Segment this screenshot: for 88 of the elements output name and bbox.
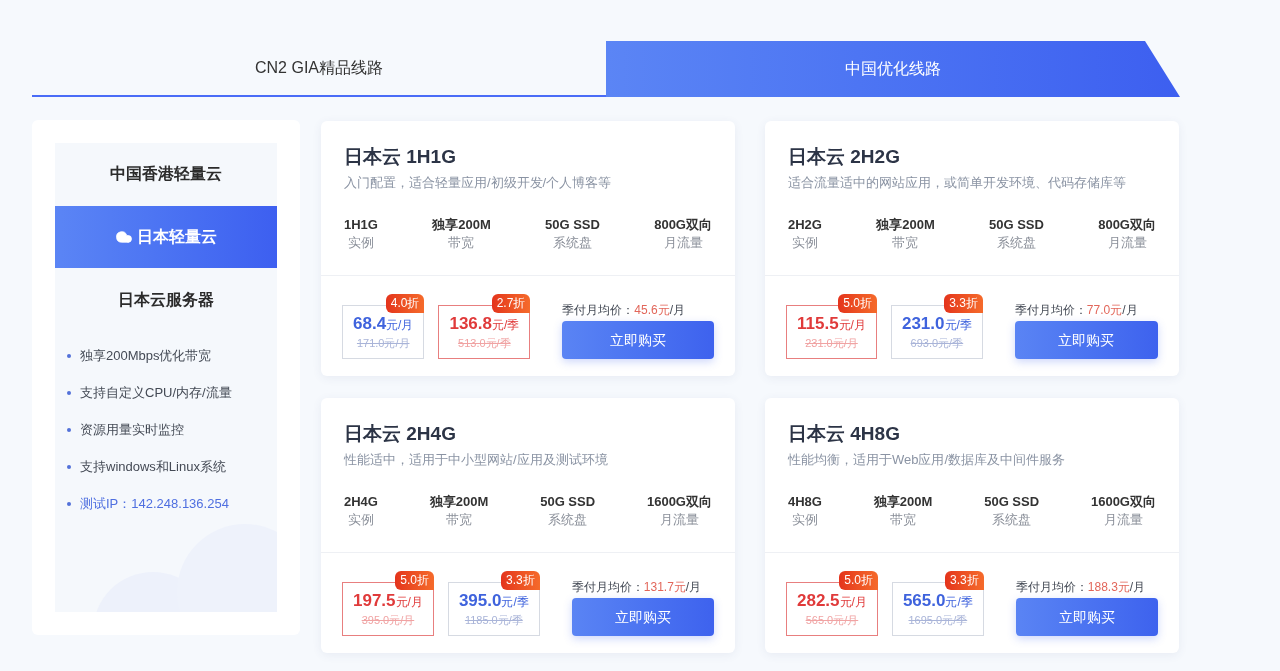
original-price: 1185.0元/季 [464, 613, 523, 628]
spec-label: 月流量 [1107, 234, 1147, 252]
discount-badge: 3.3折 [944, 294, 983, 313]
plan-title: 日本云 2H2G [788, 145, 901, 169]
discount-badge: 3.3折 [945, 571, 984, 590]
spec-value: 独享200M [432, 216, 491, 234]
average-price: 季付月均价：188.3元/月 [1015, 579, 1147, 596]
buy-button[interactable]: 立即购买 [1015, 598, 1158, 636]
spec-value: 1H1G [344, 216, 378, 234]
original-price: 1695.0元/季 [908, 613, 968, 628]
feature-text: 资源用量实时监控 [80, 420, 184, 439]
spec-value: 50G SSD [989, 216, 1044, 234]
spec-label: 实例 [792, 511, 818, 529]
original-price: 171.0元/月 [356, 336, 410, 351]
spec-label: 系统盘 [548, 511, 588, 529]
spec-value: 50G SSD [545, 216, 600, 234]
discount-badge: 4.0折 [385, 294, 425, 313]
price-amount: 395.0元/季 [458, 590, 529, 612]
sidebar-item[interactable]: 日本云服务器 [55, 268, 277, 331]
bullet-icon [67, 464, 71, 469]
price-amount: 282.5元/月 [797, 590, 867, 612]
cloud-icon [115, 228, 133, 246]
sidebar-item[interactable]: 中国香港轻量云 [55, 143, 277, 206]
plan-description: 适合流量适中的网站应用，或简单开发环境、代码存储库等 [788, 174, 1127, 192]
spec-label: 带宽 [446, 511, 473, 529]
feature-text: 支持自定义CPU/内存/流量 [80, 383, 232, 402]
spec-label: 系统盘 [996, 234, 1036, 252]
plan-title: 日本云 2H4G [344, 422, 457, 446]
spec-label: 系统盘 [992, 511, 1032, 529]
original-price: 395.0元/月 [361, 613, 415, 628]
spec-value: 1600G双向 [1090, 493, 1156, 511]
spec-value: 800G双向 [1098, 216, 1156, 234]
buy-button[interactable]: 立即购买 [562, 321, 714, 359]
plan-title: 日本云 4H8G [788, 422, 901, 446]
spec-value: 4H8G [788, 493, 822, 511]
discount-badge: 2.7折 [491, 294, 531, 313]
discount-badge: 3.3折 [501, 571, 540, 590]
original-price: 565.0元/月 [805, 613, 859, 628]
spec-value: 独享200M [876, 216, 935, 234]
buy-button[interactable]: 立即购买 [571, 598, 714, 636]
spec-value: 独享200M [429, 493, 489, 511]
sidebar-item[interactable]: 日本轻量云 [55, 205, 277, 269]
plan-description: 性能适中，适用于中小型网站/应用及测试环境 [344, 451, 609, 469]
bullet-icon [67, 390, 71, 395]
price-amount: 565.0元/季 [902, 590, 973, 612]
spec-label: 带宽 [892, 234, 919, 252]
original-price: 231.0元/月 [805, 336, 858, 351]
plan-description: 入门配置，适合轻量应用/初级开发/个人博客等 [344, 174, 613, 192]
feature-text: 支持windows和Linux系统 [80, 457, 226, 476]
spec-label: 实例 [792, 234, 818, 252]
spec-label: 带宽 [890, 511, 917, 529]
plan-title: 日本云 1H1G [344, 145, 457, 169]
average-price: 季付月均价：131.7元/月 [571, 579, 703, 596]
spec-label: 月流量 [659, 511, 699, 529]
spec-label: 实例 [348, 511, 374, 529]
discount-badge: 5.0折 [838, 294, 877, 313]
average-price: 季付月均价：77.0元/月 [1014, 302, 1139, 319]
bullet-icon [67, 427, 71, 432]
feature-text: 独享200Mbps优化带宽 [80, 346, 212, 365]
original-price: 513.0元/季 [458, 336, 511, 351]
spec-value: 50G SSD [540, 493, 596, 511]
price-amount: 68.4元/月 [353, 313, 414, 335]
spec-label: 实例 [348, 234, 374, 252]
spec-value: 独享200M [873, 493, 933, 511]
spec-value: 2H4G [344, 493, 378, 511]
price-amount: 197.5元/月 [353, 590, 423, 612]
original-price: 693.0元/季 [910, 336, 964, 351]
bullet-icon [67, 353, 71, 358]
buy-button[interactable]: 立即购买 [1014, 321, 1158, 359]
plan-description: 性能均衡，适用于Web应用/数据库及中间件服务 [788, 451, 1067, 469]
spec-value: 50G SSD [984, 493, 1040, 511]
spec-label: 带宽 [448, 234, 475, 252]
spec-value: 1600G双向 [646, 493, 712, 511]
feature-text: 测试IP：142.248.136.254 [80, 494, 229, 513]
spec-value: 800G双向 [654, 216, 712, 234]
spec-label: 月流量 [663, 234, 703, 252]
price-amount: 231.0元/季 [901, 313, 972, 335]
price-amount: 115.5元/月 [797, 313, 866, 335]
spec-value: 2H2G [788, 216, 822, 234]
spec-label: 月流量 [1103, 511, 1143, 529]
bullet-icon [67, 501, 71, 506]
discount-badge: 5.0折 [839, 571, 878, 590]
price-amount: 136.8元/季 [449, 313, 520, 335]
discount-badge: 5.0折 [395, 571, 434, 590]
route-tab[interactable]: CN2 GIA精品线路 [32, 41, 606, 97]
average-price: 季付月均价：45.6元/月 [562, 302, 687, 319]
spec-label: 系统盘 [552, 234, 592, 252]
route-tab[interactable]: 中国优化线路 [606, 41, 1180, 97]
